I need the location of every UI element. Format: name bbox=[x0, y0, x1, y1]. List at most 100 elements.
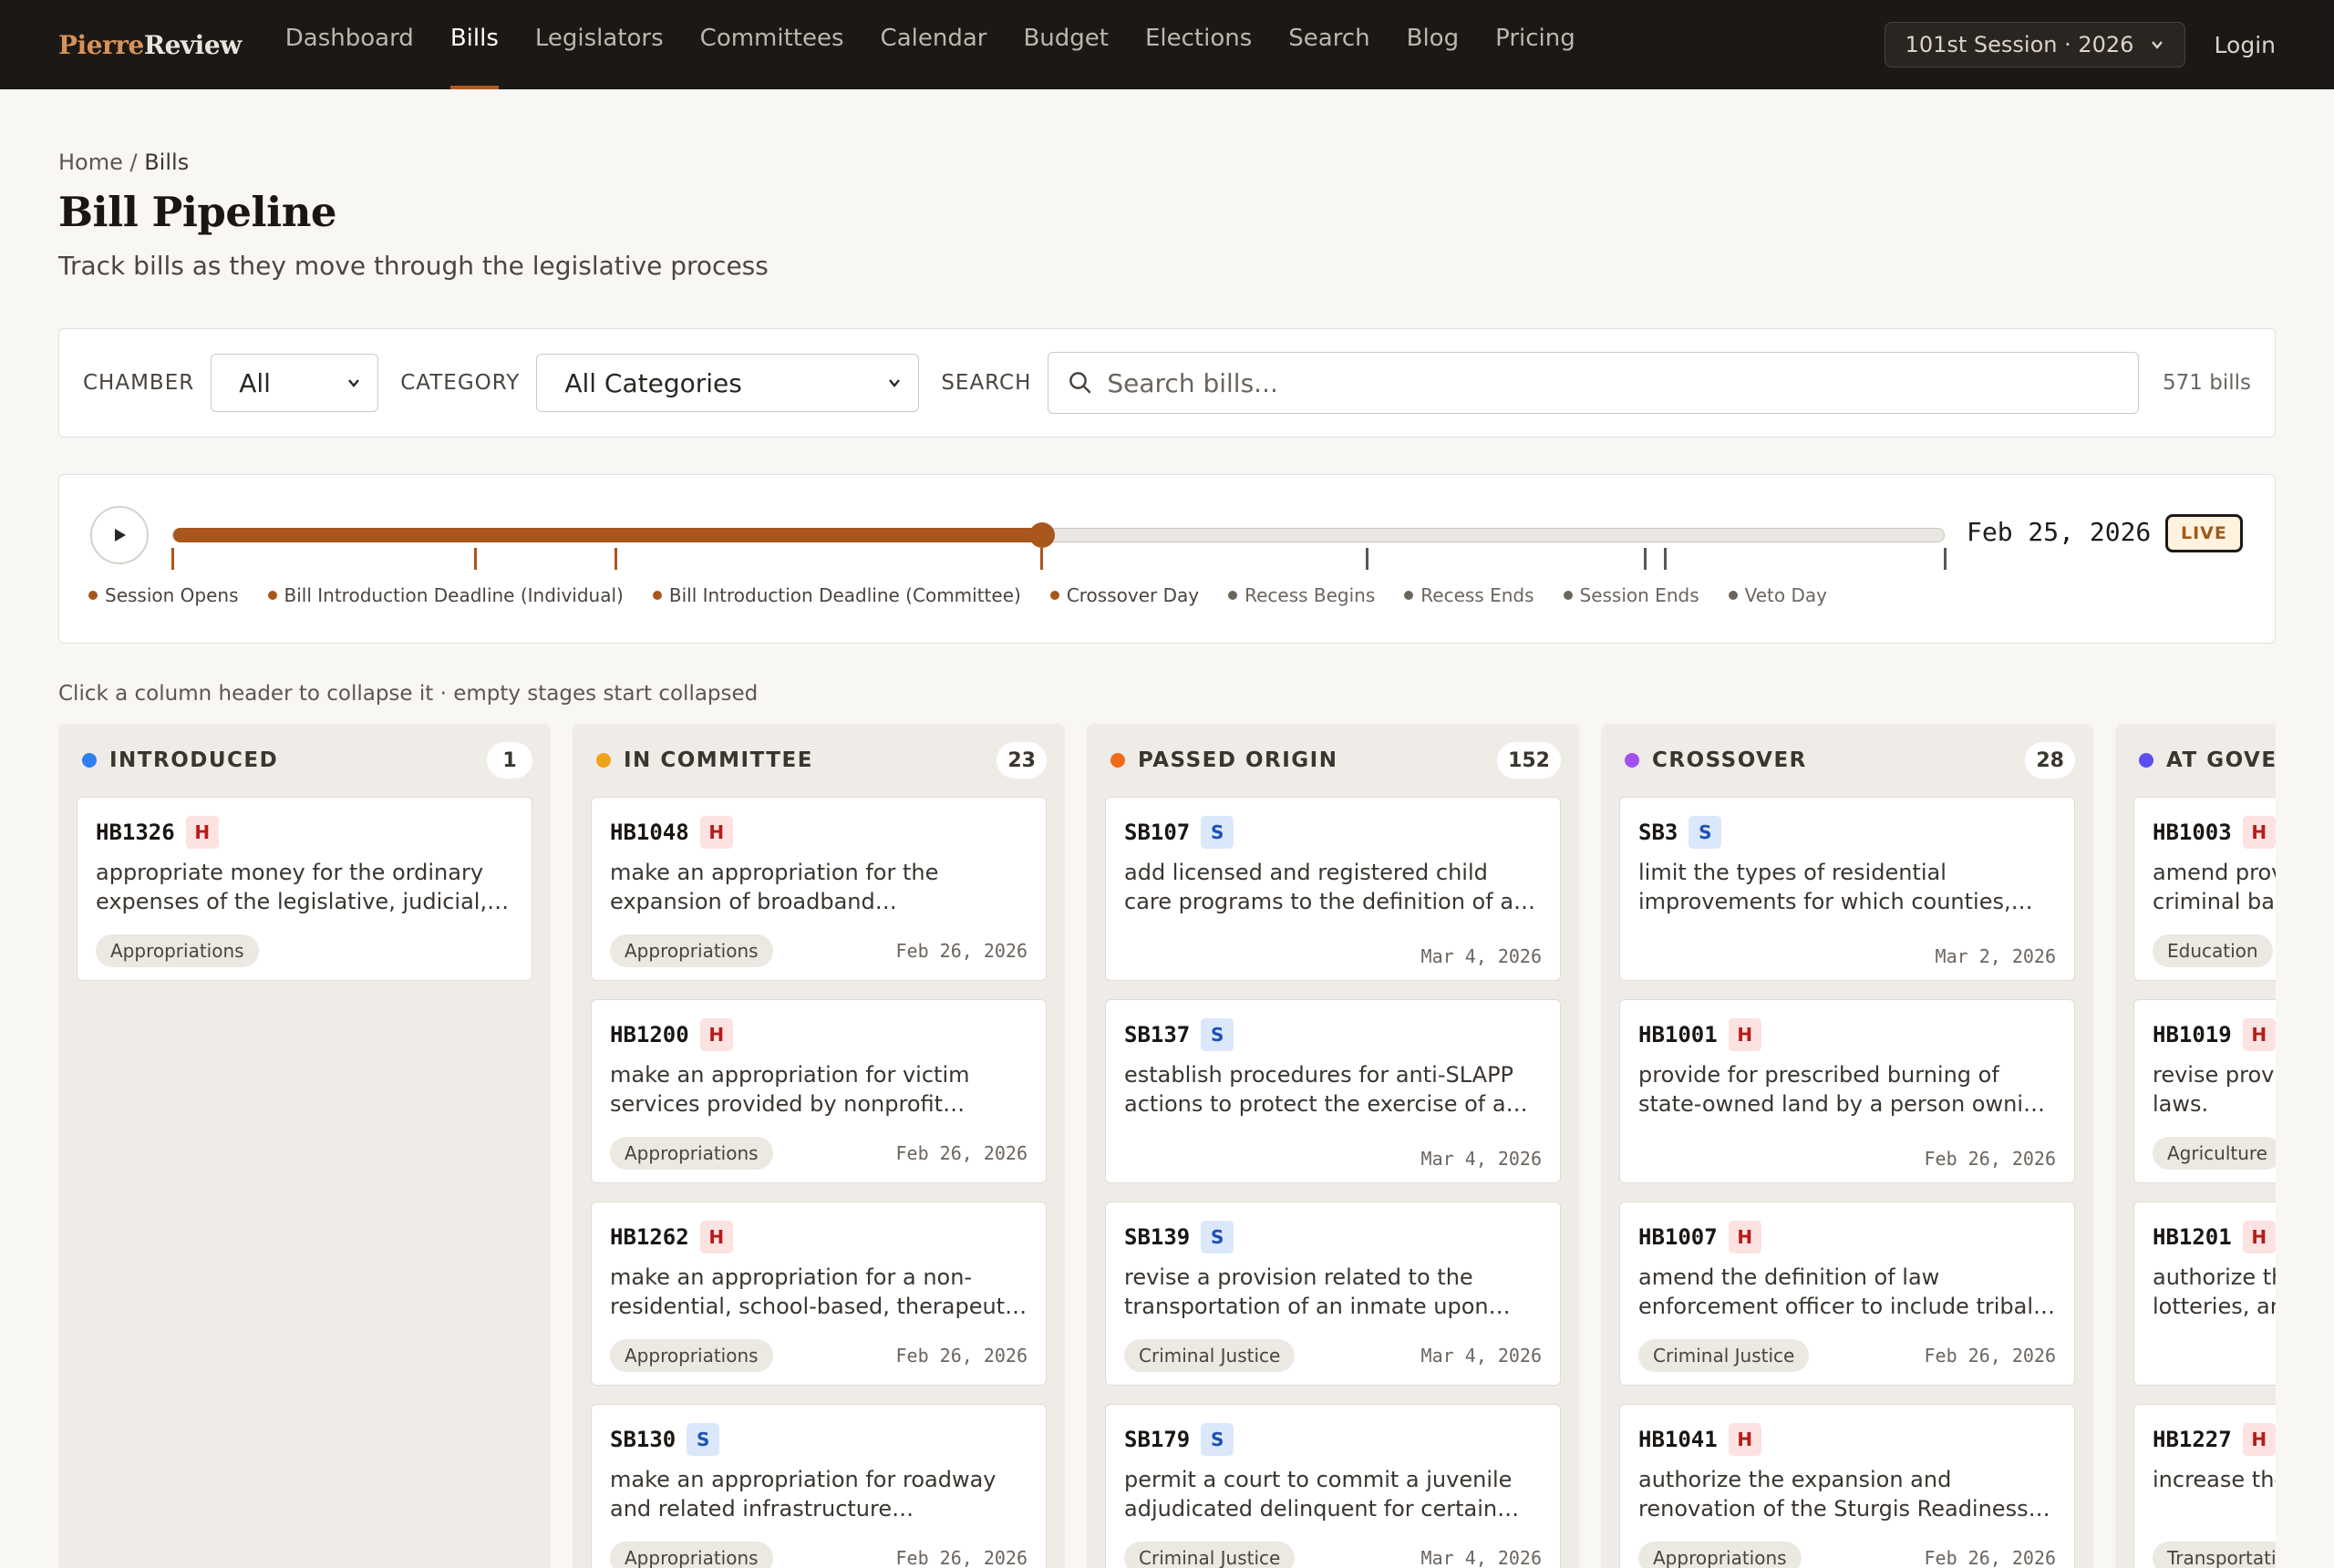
column-header[interactable]: PASSED ORIGIN 152 bbox=[1105, 724, 1561, 797]
nav-dashboard[interactable]: Dashboard bbox=[285, 0, 414, 89]
bill-number[interactable]: HB1048 bbox=[610, 820, 689, 845]
timeline-tick[interactable] bbox=[1663, 548, 1667, 570]
bill-card[interactable]: SB107 Sadd licensed and registered child … bbox=[1105, 797, 1561, 981]
bill-number[interactable]: SB3 bbox=[1638, 820, 1678, 845]
timeline-date: Feb 25, 2026 bbox=[1967, 517, 2152, 547]
nav-elections[interactable]: Elections bbox=[1145, 0, 1252, 89]
timeline-tick[interactable] bbox=[171, 548, 174, 570]
category-tag: Appropriations bbox=[610, 1137, 773, 1170]
play-button[interactable] bbox=[90, 506, 149, 564]
session-select[interactable]: 101st Session · 2026 bbox=[1884, 22, 2185, 67]
timeline-tick[interactable] bbox=[614, 548, 617, 570]
timeline-tick[interactable] bbox=[474, 548, 478, 570]
column-count-badge: 152 bbox=[1497, 742, 1561, 779]
column-header[interactable]: INTRODUCED 1 bbox=[77, 724, 532, 797]
timeline-slider[interactable] bbox=[172, 522, 1945, 548]
card-header: HB1048 H bbox=[610, 816, 1028, 849]
bill-number[interactable]: SB139 bbox=[1124, 1224, 1190, 1250]
login-link[interactable]: Login bbox=[2215, 32, 2276, 58]
nav-committees[interactable]: Committees bbox=[700, 0, 844, 89]
legend-item: Veto Day bbox=[1728, 584, 1827, 606]
bill-number[interactable]: SB179 bbox=[1124, 1427, 1190, 1452]
card-header: HB1200 H bbox=[610, 1018, 1028, 1051]
category-select[interactable]: All Categories bbox=[536, 354, 920, 412]
bill-card[interactable]: SB3 Slimit the types of residential impro… bbox=[1619, 797, 2075, 981]
legend-dot bbox=[1228, 591, 1238, 600]
chamber-select[interactable]: All bbox=[211, 354, 379, 412]
bill-number[interactable]: HB1201 bbox=[2153, 1224, 2232, 1250]
nav-budget[interactable]: Budget bbox=[1023, 0, 1109, 89]
bill-description: amend provisions regarding required crim… bbox=[2153, 860, 2276, 914]
bill-card[interactable]: HB1007 Hamend the definition of law enfor… bbox=[1619, 1202, 2075, 1386]
bill-card[interactable]: HB1019 Hrevise provisions regarding certa… bbox=[2133, 999, 2276, 1183]
bill-date: Mar 2, 2026 bbox=[1935, 945, 2056, 967]
nav-pricing[interactable]: Pricing bbox=[1495, 0, 1575, 89]
column-title: IN COMMITTEE bbox=[624, 748, 813, 772]
bill-card[interactable]: HB1201 Hauthorize the state to conduct lo… bbox=[2133, 1202, 2276, 1386]
live-badge[interactable]: LIVE bbox=[2165, 514, 2243, 552]
brand-logo[interactable]: PierreReview bbox=[58, 30, 242, 60]
card-footer: Education bbox=[2153, 934, 2276, 967]
timeline-tick[interactable] bbox=[1644, 548, 1647, 570]
chamber-badge: S bbox=[687, 1423, 720, 1456]
search-input[interactable]: Search bills... bbox=[1048, 352, 2140, 414]
bill-number[interactable]: HB1227 bbox=[2153, 1427, 2232, 1452]
nav-search[interactable]: Search bbox=[1288, 0, 1369, 89]
bill-number[interactable]: HB1003 bbox=[2153, 820, 2232, 845]
bill-card[interactable]: HB1200 Hmake an appropriation for victim … bbox=[591, 999, 1047, 1183]
bill-card[interactable]: SB137 Sestablish procedures for anti-SLAP… bbox=[1105, 999, 1561, 1183]
timeline-tick[interactable] bbox=[1944, 548, 1947, 570]
chamber-badge: S bbox=[1201, 1221, 1234, 1253]
bill-card[interactable]: SB139 Srevise a provision related to the … bbox=[1105, 1202, 1561, 1386]
bill-number[interactable]: SB137 bbox=[1124, 1022, 1190, 1047]
chamber-badge: H bbox=[1728, 1423, 1761, 1456]
timeline-tick[interactable] bbox=[1039, 548, 1043, 570]
bill-card[interactable]: HB1041 Hauthorize the expansion and renov… bbox=[1619, 1404, 2075, 1568]
bill-card[interactable]: HB1048 Hmake an appropriation for the exp… bbox=[591, 797, 1047, 981]
nav-calendar[interactable]: Calendar bbox=[881, 0, 987, 89]
main-nav: Dashboard Bills Legislators Committees Calen… bbox=[285, 0, 1612, 89]
column-title: CROSSOVER bbox=[1652, 748, 1807, 772]
column-header[interactable]: IN COMMITTEE 23 bbox=[591, 724, 1047, 797]
bill-card[interactable]: SB179 Spermit a court to commit a juvenil… bbox=[1105, 1404, 1561, 1568]
bill-card[interactable]: HB1326 Happropriate money for the ordinar… bbox=[77, 797, 532, 981]
page-content: Home / Bills Bill Pipeline Track bills a… bbox=[0, 150, 2334, 1568]
bill-card[interactable]: HB1262 Hmake an appropriation for a non-r… bbox=[591, 1202, 1047, 1386]
bill-card[interactable]: HB1227 Hincrease the penalty for an owner… bbox=[2133, 1404, 2276, 1568]
card-footer: Appropriations Feb 26, 2026 bbox=[610, 1339, 1028, 1372]
bill-number[interactable]: HB1041 bbox=[1638, 1427, 1718, 1452]
legend-label: Crossover Day bbox=[1066, 584, 1200, 606]
bill-card[interactable]: HB1003 Hamend provisions regarding requir… bbox=[2133, 797, 2276, 981]
bill-number[interactable]: HB1001 bbox=[1638, 1022, 1718, 1047]
nav-legislators[interactable]: Legislators bbox=[535, 0, 664, 89]
bill-number[interactable]: HB1007 bbox=[1638, 1224, 1718, 1250]
bill-card[interactable]: HB1001 Hprovide for prescribed burning of… bbox=[1619, 999, 2075, 1183]
timeline-tick[interactable] bbox=[1366, 548, 1369, 570]
bill-number[interactable]: HB1326 bbox=[96, 820, 175, 845]
chamber-badge: H bbox=[2242, 816, 2276, 849]
nav-bills[interactable]: Bills bbox=[449, 0, 499, 89]
column-header[interactable]: CROSSOVER 28 bbox=[1619, 724, 2075, 797]
chamber-badge: H bbox=[2242, 1221, 2276, 1253]
card-footer: Appropriations Feb 26, 2026 bbox=[1638, 1542, 2056, 1568]
card-header: HB1326 H bbox=[96, 816, 513, 849]
brand-part-1: Pierre bbox=[58, 29, 144, 60]
timeline-handle[interactable] bbox=[1028, 522, 1055, 548]
category-tag: Appropriations bbox=[96, 934, 259, 967]
chevron-down-icon bbox=[2151, 41, 2163, 49]
bill-number[interactable]: SB107 bbox=[1124, 820, 1190, 845]
column-header[interactable]: AT GOVERNOR bbox=[2133, 724, 2276, 797]
breadcrumb-home[interactable]: Home bbox=[58, 150, 123, 175]
bill-number[interactable]: HB1019 bbox=[2153, 1022, 2232, 1047]
bill-description: increase the penalty for an owner of bbox=[2153, 1467, 2276, 1492]
bill-number[interactable]: SB130 bbox=[610, 1427, 676, 1452]
bill-number[interactable]: HB1262 bbox=[610, 1224, 689, 1250]
nav-blog[interactable]: Blog bbox=[1407, 0, 1459, 89]
page-title: Bill Pipeline bbox=[58, 188, 337, 236]
legend-dot bbox=[1404, 591, 1414, 600]
bill-number[interactable]: HB1200 bbox=[610, 1022, 689, 1047]
card-header: HB1003 H bbox=[2153, 816, 2276, 849]
breadcrumb-current: Bills bbox=[144, 150, 190, 175]
bill-description: amend the definition of law enforcement … bbox=[1638, 1264, 2034, 1319]
bill-card[interactable]: SB130 Smake an appropriation for roadway … bbox=[591, 1404, 1047, 1568]
